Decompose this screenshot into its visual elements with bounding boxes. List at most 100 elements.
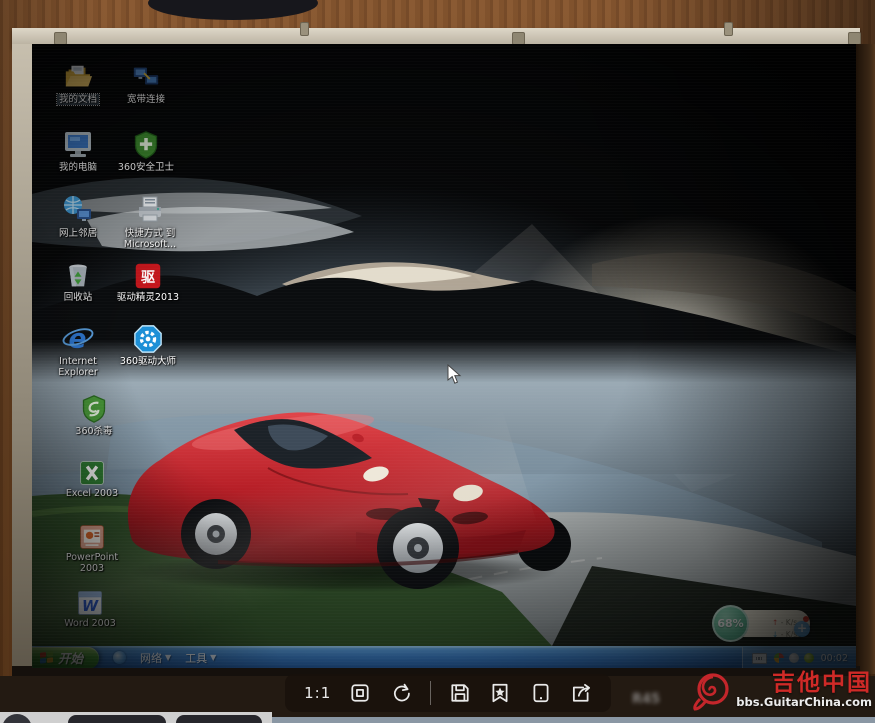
icon-label: PowerPoint 2003	[54, 552, 130, 574]
save-icon	[449, 682, 471, 704]
360-speed-float-widget[interactable]: ↑ - K/s ↓ - K/s + 68%	[712, 604, 812, 644]
rotate-button[interactable]	[390, 682, 412, 704]
upload-arrow-icon: ↑	[772, 618, 778, 627]
taskbar: 开始 网络 ▼ 工具 ▼ 00:02	[32, 646, 856, 668]
icon-label: 我的电脑	[57, 162, 99, 173]
network-places-icon	[62, 192, 94, 226]
background-object	[148, 0, 318, 20]
taskbar-menu-network[interactable]: 网络 ▼	[140, 650, 171, 666]
bottom-ui-strip-right	[272, 717, 875, 723]
guitarchina-logo-icon	[692, 669, 732, 711]
quick-launch-icon[interactable]	[113, 651, 126, 664]
desktop-icon-word-2003[interactable]: W Word 2003	[54, 582, 126, 629]
start-button[interactable]: 开始	[32, 647, 99, 669]
desktop-icon-my-documents[interactable]: 我的文档	[44, 58, 112, 105]
icon-label: Internet Explorer	[44, 356, 112, 378]
crop-button[interactable]	[349, 682, 371, 704]
desktop-icon-powerpoint-2003[interactable]: PowerPoint 2003	[54, 516, 130, 574]
tray-clock[interactable]: 00:02	[821, 653, 848, 664]
download-arrow-icon: ↓	[772, 630, 778, 639]
recycle-bin-icon	[64, 256, 92, 290]
desktop-icon-my-computer[interactable]: 我的电脑	[44, 126, 112, 173]
bottom-ui-strip-left	[0, 712, 272, 723]
windows-logo-icon	[40, 651, 53, 663]
icon-label: 360杀毒	[73, 426, 114, 437]
broadband-connection-icon	[131, 58, 161, 92]
input-method-icon[interactable]	[752, 653, 767, 664]
zoom-1-1-button[interactable]: 1:1	[304, 684, 331, 702]
desktop-icon-broadband-connection[interactable]: 宽带连接	[110, 58, 182, 105]
desktop-icon-driver-genius-2013[interactable]: 驱 驱动精灵2013	[104, 256, 192, 303]
crop-icon	[349, 682, 371, 704]
icon-label: 我的文档	[57, 94, 99, 105]
notification-dot	[803, 616, 809, 622]
bottom-button[interactable]	[68, 715, 166, 723]
desktop-icon-shortcut-to-microsoft[interactable]: 快捷方式 到 Microsoft...	[106, 192, 194, 250]
icon-label: Excel 2003	[64, 488, 120, 499]
icon-label: 快捷方式 到 Microsoft...	[106, 228, 194, 250]
desktop-icon-360-driver-master[interactable]: 360驱动大师	[104, 320, 192, 367]
360-antivirus-icon	[80, 390, 108, 424]
svg-text:e: e	[69, 323, 87, 354]
save-button[interactable]	[449, 682, 471, 704]
svg-text:W: W	[82, 598, 99, 615]
powerpoint-icon	[79, 516, 105, 550]
excel-icon	[79, 452, 105, 486]
bezel-peg	[300, 22, 309, 36]
svg-text:驱: 驱	[141, 270, 155, 286]
internet-explorer-icon: e	[61, 320, 95, 354]
driver-genius-icon: 驱	[134, 256, 162, 290]
bezel-peg	[724, 22, 733, 36]
icon-label: 360驱动大师	[118, 356, 178, 367]
icon-label: 360安全卫士	[116, 162, 176, 173]
icon-label: 驱动精灵2013	[115, 292, 181, 303]
accelerate-plus-button[interactable]: +	[794, 621, 810, 637]
360-tray-icon[interactable]	[804, 653, 814, 663]
laptop-screen: 我的文档 宽带连接 我的电脑 360安全卫士 网上邻居 快捷方式 到 Micro…	[32, 44, 856, 668]
watermark: 吉他中国 bbs.GuitarChina.com	[692, 669, 872, 711]
watermark-title: 吉他中国	[772, 672, 872, 695]
rotate-icon	[390, 682, 412, 704]
word-icon: W	[77, 582, 103, 616]
desktop-icon-network-places[interactable]: 网上邻居	[44, 192, 112, 239]
icon-label: 回收站	[62, 292, 95, 303]
start-label: 开始	[58, 648, 83, 667]
chevron-down-icon: ▼	[210, 653, 216, 662]
my-documents-icon	[63, 58, 93, 92]
printer-icon	[134, 192, 166, 226]
icon-label: 宽带连接	[125, 94, 167, 105]
security-tray-icon[interactable]	[774, 653, 784, 663]
watermark-text: 吉他中国 bbs.GuitarChina.com	[736, 672, 872, 709]
image-viewer-toolbar: 1:1	[285, 674, 611, 712]
desktop-icon-recycle-bin[interactable]: 回收站	[44, 256, 112, 303]
share-button[interactable]	[570, 682, 592, 704]
my-computer-icon	[62, 126, 94, 160]
laptop-model-label: R45	[632, 692, 660, 707]
laptop-left-bezel	[12, 44, 32, 674]
desktop-icon-360-safe-guard[interactable]: 360安全卫士	[106, 126, 186, 173]
desktop-icon-360-antivirus[interactable]: 360杀毒	[60, 390, 128, 437]
icon-label: Word 2003	[62, 618, 118, 629]
favorite-star-icon	[489, 682, 511, 704]
frame-button[interactable]	[530, 682, 552, 704]
system-tray: 00:02	[742, 647, 856, 668]
watermark-url: bbs.GuitarChina.com	[736, 697, 872, 709]
mouse-cursor	[447, 364, 462, 385]
desktop-icon-internet-explorer[interactable]: e Internet Explorer	[44, 320, 112, 378]
volume-tray-icon[interactable]	[789, 653, 799, 663]
share-icon	[570, 682, 592, 704]
taskbar-menu-tools[interactable]: 工具 ▼	[185, 650, 216, 666]
icon-label: 网上邻居	[57, 228, 99, 239]
device-frame-icon	[530, 682, 552, 704]
menu-label: 网络	[140, 650, 162, 666]
desktop-icon-excel-2003[interactable]: Excel 2003	[56, 452, 128, 499]
chevron-down-icon: ▼	[165, 653, 171, 662]
laptop-right-bezel	[856, 44, 875, 674]
toolbar-divider	[430, 681, 431, 705]
bottom-button[interactable]	[176, 715, 262, 723]
360-driver-master-icon	[133, 320, 163, 354]
bottom-circle-button[interactable]	[2, 714, 32, 723]
favorite-button[interactable]	[489, 682, 511, 704]
memory-percent-ball[interactable]: 68%	[712, 605, 749, 642]
360-safe-guard-icon	[132, 126, 160, 160]
